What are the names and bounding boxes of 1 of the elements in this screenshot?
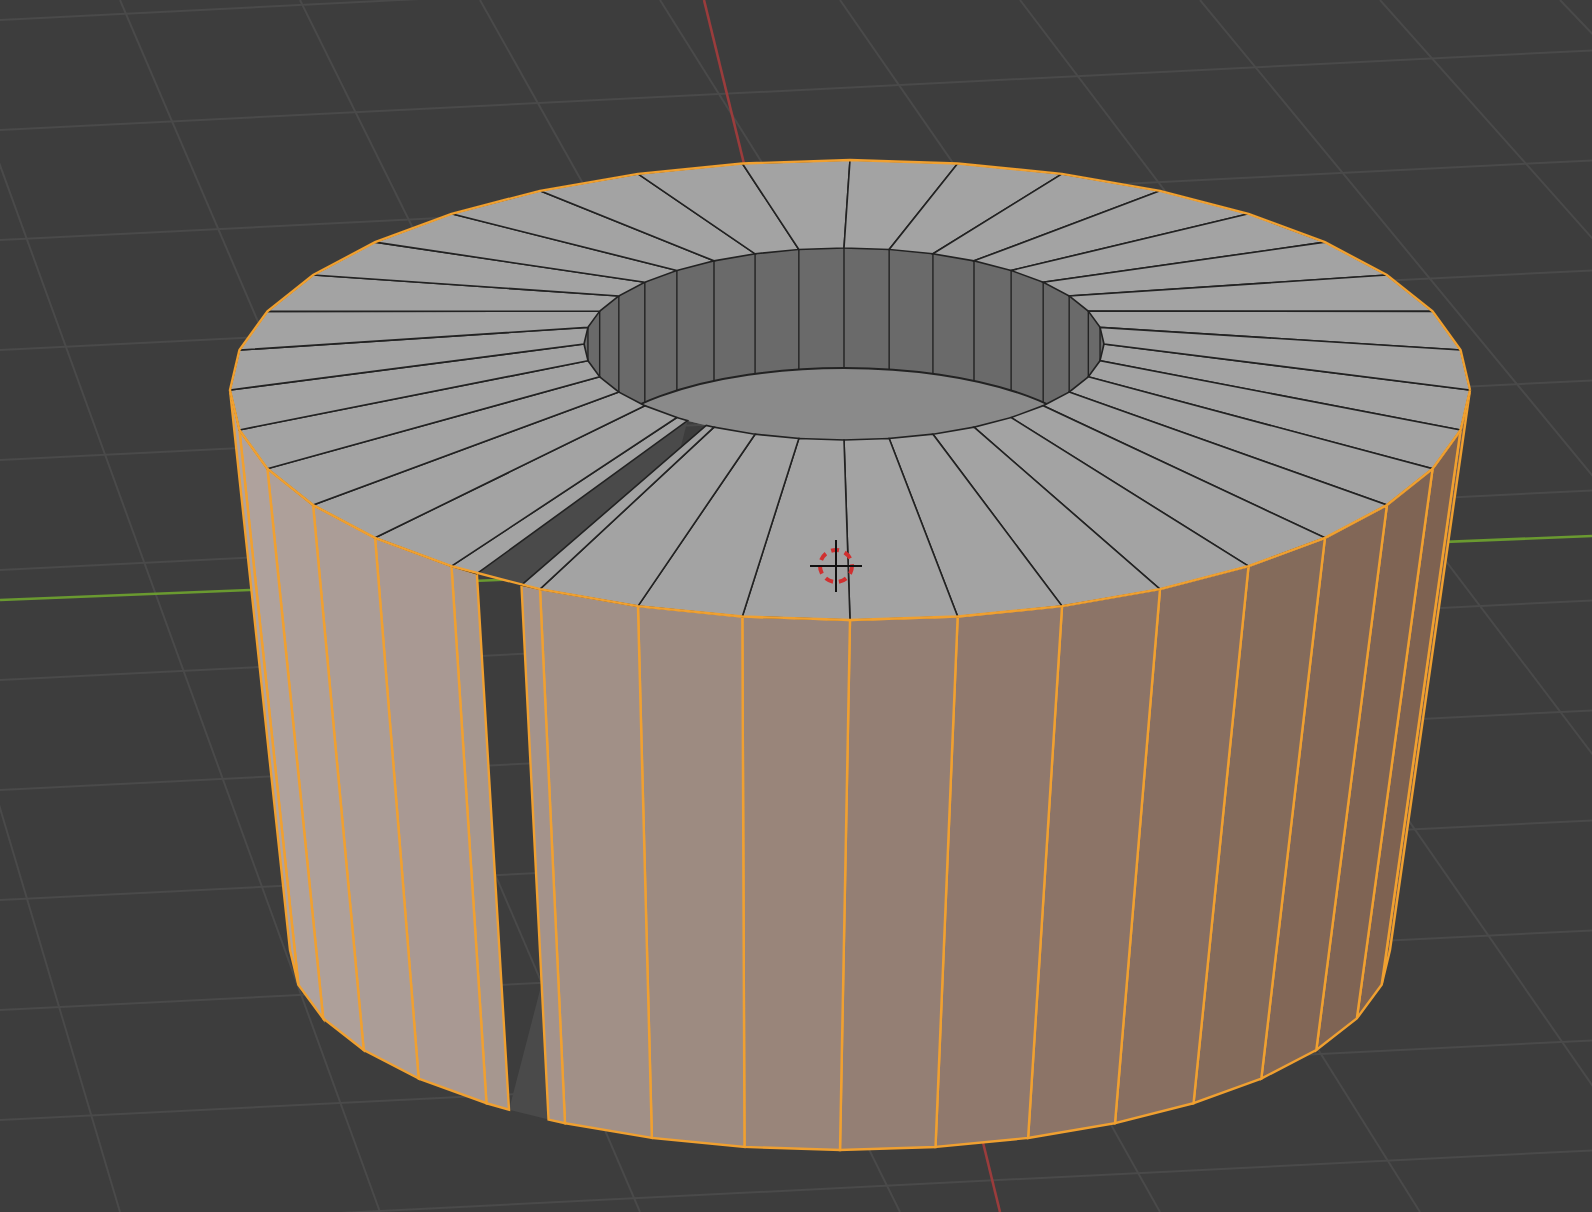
cursor-icon: [809, 539, 863, 593]
